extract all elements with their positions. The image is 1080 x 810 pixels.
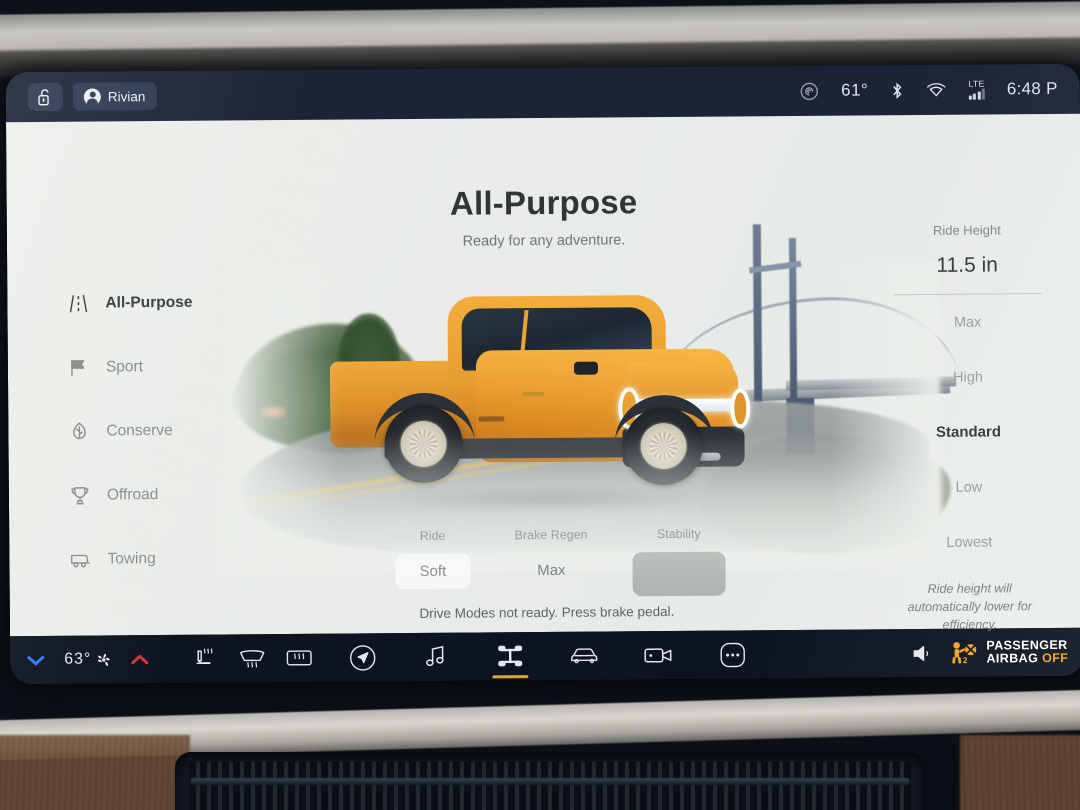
profile-name: Rivian xyxy=(107,88,146,104)
svg-text:2: 2 xyxy=(963,655,968,665)
sidebar-label-conserve: Conserve xyxy=(106,421,173,440)
stability-loading-placeholder xyxy=(632,551,726,597)
page-title: All-Purpose xyxy=(449,183,638,222)
dashboard-wood-trim-left xyxy=(0,735,190,810)
more-icon[interactable] xyxy=(717,639,747,669)
drive-mode-list: All-Purpose Sport Conserve Offroad Towin… xyxy=(67,270,270,592)
sidebar-label-towing: Towing xyxy=(107,550,156,568)
drivetrain-icon[interactable] xyxy=(495,641,525,671)
dashboard-photo: Rivian 61° LTE 6:48 P All-Purpose Ready … xyxy=(0,0,1080,810)
flag-icon xyxy=(68,357,90,379)
ride-height-option-max[interactable]: Max xyxy=(887,294,1047,350)
road-icon xyxy=(67,293,89,315)
heated-seat-icon[interactable] xyxy=(193,647,219,671)
recirculation-icon[interactable] xyxy=(800,81,819,100)
climate-temperature[interactable]: 63° xyxy=(64,650,111,668)
cellular-signal-icon: LTE xyxy=(968,78,985,100)
wifi-icon[interactable] xyxy=(925,82,946,98)
trophy-icon xyxy=(69,485,91,507)
chevron-down-icon[interactable] xyxy=(26,653,45,666)
front-defrost-icon[interactable] xyxy=(238,647,266,669)
status-bar: Rivian 61° LTE 6:48 P xyxy=(5,63,1080,123)
unlock-icon xyxy=(38,88,53,105)
stability-label: Stability xyxy=(656,526,701,542)
drive-modes-app: All-Purpose Ready for any adventure. All… xyxy=(6,113,1080,637)
clock: 6:48 P xyxy=(1006,78,1058,99)
chevron-up-icon[interactable] xyxy=(130,653,149,666)
ride-height-caption: Ride Height xyxy=(932,222,1001,238)
climate-temperature-value: 63° xyxy=(64,650,92,668)
sidebar-label-all-purpose: All-Purpose xyxy=(105,293,193,312)
vehicle-hero-image xyxy=(220,201,962,575)
passenger-airbag-label: PASSENGER AIRBAG OFF xyxy=(986,637,1069,666)
passenger-airbag-status: 2 PASSENGER AIRBAG OFF xyxy=(949,637,1069,666)
sidebar-item-conserve[interactable]: Conserve xyxy=(68,398,268,464)
profile-button[interactable]: Rivian xyxy=(72,82,157,111)
sidebar-item-all-purpose[interactable]: All-Purpose xyxy=(67,270,267,336)
signal-bars xyxy=(968,88,985,100)
ride-height-option-lowest[interactable]: Lowest xyxy=(889,514,1049,570)
sidebar-item-sport[interactable]: Sport xyxy=(68,334,268,400)
user-avatar-icon xyxy=(83,87,101,106)
taskbar-app-icons xyxy=(347,639,747,672)
ride-height-note: Ride height will automatically lower for… xyxy=(907,581,1033,633)
vent-slats xyxy=(189,762,911,810)
fan-icon xyxy=(96,652,111,667)
vent-adjuster-bar xyxy=(190,778,910,785)
exterior-temperature: 61° xyxy=(841,80,869,100)
stability-control[interactable]: Stability xyxy=(632,527,726,597)
ride-control[interactable]: Ride Soft xyxy=(395,528,471,590)
leaf-icon xyxy=(68,421,90,443)
sidebar-label-offroad: Offroad xyxy=(106,486,159,504)
infotainment-screen: Rivian 61° LTE 6:48 P All-Purpose Ready … xyxy=(5,63,1080,685)
ride-control-value: Soft xyxy=(395,553,471,590)
sidebar-label-sport: Sport xyxy=(105,358,144,376)
volume-icon[interactable] xyxy=(911,642,935,663)
ride-height-option-standard[interactable]: Standard xyxy=(888,404,1048,460)
vehicle-icon[interactable] xyxy=(569,641,599,671)
airbag-state: OFF xyxy=(1041,650,1069,666)
drive-controls-row: Ride Soft Brake Regen Max Stability xyxy=(395,527,726,599)
brake-regen-value: Max xyxy=(537,561,566,580)
network-type-label: LTE xyxy=(968,78,985,89)
unlock-button[interactable] xyxy=(27,82,63,112)
sidebar-item-offroad[interactable]: Offroad xyxy=(69,462,269,528)
ride-height-option-low[interactable]: Low xyxy=(889,459,1049,515)
bluetooth-icon[interactable] xyxy=(890,81,903,100)
airbag-line-1: PASSENGER xyxy=(986,637,1068,653)
passenger-airbag-icon: 2 xyxy=(949,641,979,665)
sidebar-item-towing[interactable]: Towing xyxy=(69,526,269,592)
ride-height-value: 11.5 in xyxy=(936,253,998,277)
brake-regen-control[interactable]: Brake Regen Max xyxy=(515,528,588,580)
ride-control-label: Ride xyxy=(419,528,446,543)
ride-height-option-high[interactable]: High xyxy=(888,349,1048,405)
music-icon[interactable] xyxy=(421,642,451,672)
rear-defrost-icon[interactable] xyxy=(285,647,313,669)
navigation-icon[interactable] xyxy=(347,642,377,672)
airbag-line-2: AIRBAG xyxy=(986,651,1043,666)
trailer-icon xyxy=(69,549,91,571)
dashboard-wood-trim-right xyxy=(960,735,1080,810)
ride-height-panel: Ride Height 11.5 in Max High Standard Lo… xyxy=(887,222,1050,635)
camera-icon[interactable] xyxy=(643,640,673,670)
bridge-tower-left xyxy=(752,224,763,403)
taskbar: 63° 2 PASSENGER AIRBAG OFF xyxy=(10,627,1080,685)
brake-regen-label: Brake Regen xyxy=(514,527,588,543)
